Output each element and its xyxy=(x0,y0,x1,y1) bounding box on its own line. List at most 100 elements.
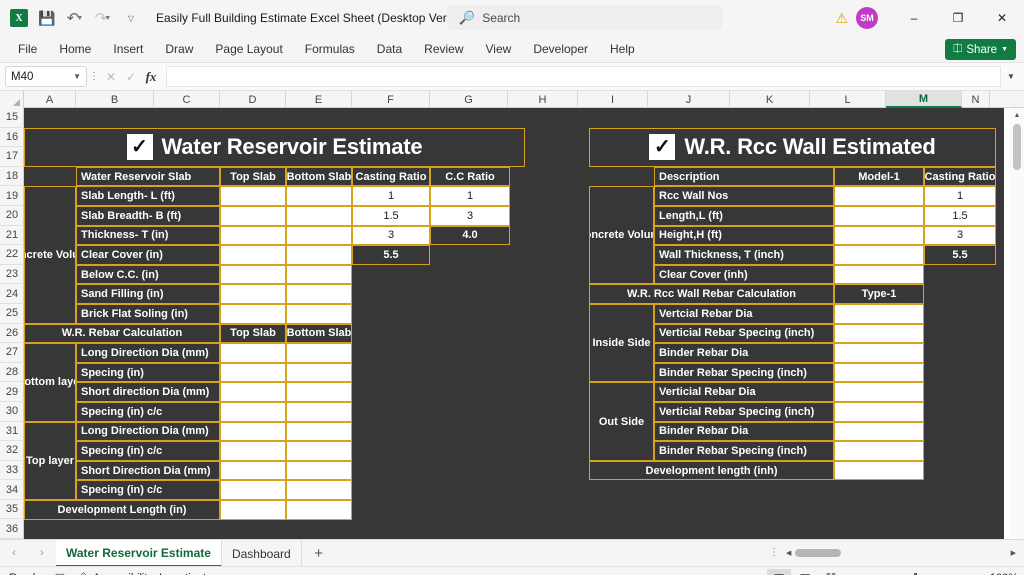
right-rebar-row-label[interactable]: Binder Rebar Specing (inch) xyxy=(654,362,834,383)
row-header-32[interactable]: 32 xyxy=(0,441,24,461)
left-cell-top-slab[interactable] xyxy=(220,264,286,285)
column-header-m[interactable]: M xyxy=(886,91,962,108)
zoom-out-button[interactable]: − xyxy=(855,571,865,575)
next-sheet-icon[interactable]: › xyxy=(28,547,56,559)
row-header-30[interactable]: 30 xyxy=(0,402,24,422)
row-header-23[interactable]: 23 xyxy=(0,265,24,285)
left-row-label[interactable]: Clear Cover (in) xyxy=(76,245,220,265)
sheet-tab-water-reservoir-estimate[interactable]: Water Reservoir Estimate xyxy=(56,539,222,567)
left-footer-development-length[interactable]: Development Length (in) xyxy=(24,500,220,520)
tab-draw[interactable]: Draw xyxy=(155,39,203,59)
left-header-top-slab[interactable]: Top Slab xyxy=(220,166,286,187)
warning-icon[interactable]: ⚠ xyxy=(835,10,848,27)
left-group-concrete-volume[interactable]: Concrete Volume xyxy=(24,186,76,324)
row-header-34[interactable]: 34 xyxy=(0,480,24,500)
left-rebar-row-label[interactable]: Specing (in) xyxy=(76,362,220,383)
right-rebar-row-label[interactable]: Verticial Rebar Specing (inch) xyxy=(654,402,834,422)
customize-qat-icon[interactable]: ▽ xyxy=(118,5,144,31)
left-rebar-cell-top-slab[interactable] xyxy=(220,382,286,402)
normal-view-icon[interactable]: ▦ xyxy=(767,569,791,575)
avatar[interactable]: SM xyxy=(856,7,878,29)
scroll-right-icon[interactable]: ▶ xyxy=(1011,549,1016,557)
right-rebar-cell-type-1[interactable] xyxy=(834,382,924,402)
right-cell-casting-ratio[interactable]: 5.5 xyxy=(924,245,996,265)
row-header-24[interactable]: 24 xyxy=(0,284,24,304)
column-header-c[interactable]: C xyxy=(154,91,220,108)
left-header-bottom-slab[interactable]: Bottom Slab xyxy=(286,166,352,187)
left-cell-cc-ratio[interactable]: 3 xyxy=(430,206,510,226)
right-cell-model-1[interactable] xyxy=(834,225,924,246)
left-rebar-row-label[interactable]: Long Direction Dia (mm) xyxy=(76,343,220,363)
left-cell-top-slab[interactable] xyxy=(220,304,286,324)
left-cell-bottom-slab[interactable] xyxy=(286,186,352,206)
left-cell-bottom-slab[interactable] xyxy=(286,264,352,285)
right-rebar-cell-type-1[interactable] xyxy=(834,343,924,363)
right-cell-casting-ratio[interactable]: 1.5 xyxy=(924,206,996,226)
left-rebar-cell-bottom-slab[interactable] xyxy=(286,362,352,383)
left-cell-bottom-slab[interactable] xyxy=(286,284,352,304)
tab-home[interactable]: Home xyxy=(49,39,101,59)
right-rebar-header-type-1[interactable]: Type-1 xyxy=(834,284,924,304)
right-rebar-header-title[interactable]: W.R. Rcc Wall Rebar Calculation xyxy=(589,284,834,304)
row-header-31[interactable]: 31 xyxy=(0,422,24,442)
share-button[interactable]: ⎅ Share ▼ xyxy=(945,39,1016,60)
accessibility-icon[interactable]: ⎆ xyxy=(79,571,88,575)
row-header-20[interactable]: 20 xyxy=(0,206,24,226)
left-header-cc-ratio[interactable]: C.C Ratio xyxy=(430,166,510,187)
left-cell-cc-ratio[interactable]: 4.0 xyxy=(430,225,510,246)
left-cell-top-slab[interactable] xyxy=(220,284,286,304)
formula-input[interactable] xyxy=(166,66,1001,87)
left-rebar-row-label[interactable]: Specing (in) c/c xyxy=(76,480,220,500)
right-footer-cell-type-1[interactable] xyxy=(834,460,924,481)
left-footer-cell-bottom-slab[interactable] xyxy=(286,500,352,520)
tab-page-layout[interactable]: Page Layout xyxy=(205,39,292,59)
row-header-26[interactable]: 26 xyxy=(0,324,24,344)
page-break-view-icon[interactable]: ☷ xyxy=(819,569,843,575)
row-header-16[interactable]: 16 xyxy=(0,128,24,148)
page-layout-view-icon[interactable]: ▣ xyxy=(793,569,817,575)
right-cell-model-1[interactable] xyxy=(834,264,924,285)
right-group-out-side[interactable]: Out Side xyxy=(589,382,654,461)
right-row-label[interactable]: Length,L (ft) xyxy=(654,206,834,226)
left-rebar-cell-bottom-slab[interactable] xyxy=(286,441,352,461)
left-cell-bottom-slab[interactable] xyxy=(286,225,352,246)
column-header-b[interactable]: B xyxy=(76,91,154,108)
left-rebar-cell-bottom-slab[interactable] xyxy=(286,460,352,481)
undo-icon[interactable]: ↶ ▼ xyxy=(62,5,88,31)
left-rebar-row-label[interactable]: Short Direction Dia (mm) xyxy=(76,460,220,481)
right-rebar-row-label[interactable]: Vertcial Rebar Dia xyxy=(654,304,834,324)
left-rebar-row-label[interactable]: Long Direction Dia (mm) xyxy=(76,421,220,442)
add-sheet-button[interactable]: + xyxy=(302,545,336,562)
expand-formula-bar-icon[interactable]: ▼ xyxy=(1003,72,1019,81)
left-cell-bottom-slab[interactable] xyxy=(286,206,352,226)
left-rebar-cell-bottom-slab[interactable] xyxy=(286,343,352,363)
column-header-l[interactable]: L xyxy=(810,91,886,108)
left-header-slab[interactable]: Water Reservoir Slab xyxy=(76,166,220,187)
tab-file[interactable]: File xyxy=(8,39,47,59)
minimize-button[interactable]: – xyxy=(892,0,936,36)
row-header-25[interactable]: 25 xyxy=(0,304,24,324)
row-header-36[interactable]: 36 xyxy=(0,519,24,540)
right-row-label[interactable]: Height,H (ft) xyxy=(654,225,834,246)
left-cell-bottom-slab[interactable] xyxy=(286,304,352,324)
formula-bar-options-icon[interactable]: ⋮ xyxy=(87,71,101,82)
row-header-17[interactable]: 17 xyxy=(0,147,24,167)
left-group-top-layer[interactable]: Top layer xyxy=(24,421,76,500)
close-button[interactable]: ✕ xyxy=(980,0,1024,36)
left-rebar-cell-bottom-slab[interactable] xyxy=(286,382,352,402)
left-row-label[interactable]: Slab Breadth- B (ft) xyxy=(76,206,220,226)
left-rebar-header-top-slab[interactable]: Top Slab xyxy=(220,323,286,344)
tab-split-handle[interactable]: ⋮ xyxy=(769,547,779,558)
column-header-g[interactable]: G xyxy=(430,91,508,108)
tab-review[interactable]: Review xyxy=(414,39,473,59)
right-group-inside-side[interactable]: Inside Side xyxy=(589,304,654,383)
left-rebar-cell-bottom-slab[interactable] xyxy=(286,480,352,500)
left-footer-cell-top-slab[interactable] xyxy=(220,500,286,520)
left-rebar-header-bottom-slab[interactable]: Bottom Slab xyxy=(286,323,352,344)
accessibility-status[interactable]: Accessibility: Investigate xyxy=(93,572,212,575)
left-rebar-cell-bottom-slab[interactable] xyxy=(286,421,352,442)
left-header-casting-ratio[interactable]: Casting Ratio xyxy=(352,166,430,187)
row-header-19[interactable]: 19 xyxy=(0,186,24,206)
left-rebar-cell-top-slab[interactable] xyxy=(220,343,286,363)
right-rebar-cell-type-1[interactable] xyxy=(834,441,924,461)
